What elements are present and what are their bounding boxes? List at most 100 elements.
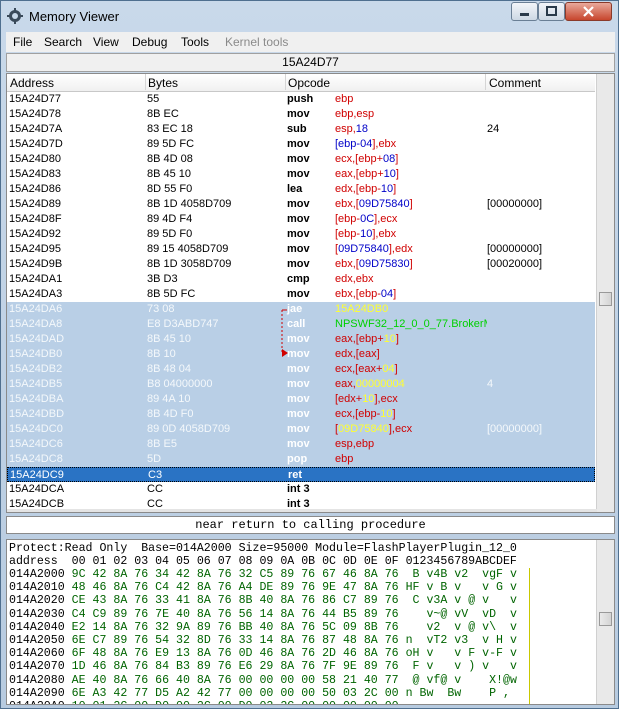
hex-bytes[interactable]: 48 46 8A 76 C4 42 8A 76 A4 DE 89 76 9E 4… [72,581,406,594]
hex-bytes[interactable]: 6E C7 89 76 54 32 8D 76 33 14 8A 76 87 4… [72,634,406,647]
instruction-row[interactable]: 15A24D8F 89 4D F4 mov [ebp-0C],ecx [7,212,595,227]
instruction-row[interactable]: 15A24DBA 89 4A 10 mov [edx+10],ecx [7,392,595,407]
hex-bytes[interactable]: 10 01 2C 00 D0 00 2C 00 D0 02 2C 00 00 0… [72,700,406,704]
hex-row[interactable]: 014A2090 6E A3 42 77 D5 A2 42 77 00 00 0… [9,687,517,700]
row-operands: eax,00000004 [335,378,405,390]
hex-ascii[interactable]: B v4B v2 vgF v [406,568,517,581]
row-mnemonic: pop [287,453,308,465]
disasm-scrollbar[interactable] [596,74,614,512]
instruction-row[interactable]: 15A24DA8 E8 D3ABD747 call NPSWF32_12_0_0_77… [7,317,595,332]
menu-file[interactable]: File [13,35,32,49]
instruction-row[interactable]: 15A24D77 55 push ebp [7,92,595,107]
hex-column-header: address 00 01 02 03 04 05 06 07 08 09 0A… [9,555,517,568]
row-bytes: 5D [147,453,162,465]
instruction-row[interactable]: 15A24DCA CC int 3 [7,482,595,497]
hex-ascii[interactable]: , , , [406,700,517,704]
hex-ascii[interactable]: @ vf@ v X!@w [406,674,517,687]
hex-ascii[interactable]: F v v ) v v [406,660,517,673]
instruction-row[interactable]: 15A24D7D 89 5D FC mov [ebp-04],ebx [7,137,595,152]
disasm-hscrollbar[interactable] [7,509,597,512]
hex-row[interactable]: 014A2050 6E C7 89 76 54 32 8D 76 33 14 8… [9,634,517,647]
column-opcode[interactable]: Opcode [288,76,330,90]
instruction-row[interactable]: 15A24D92 89 5D F0 mov [ebp-10],ebx [7,227,595,242]
hex-row[interactable]: 014A2010 48 46 8A 76 C4 42 8A 76 A4 DE 8… [9,581,517,594]
row-bytes: 55 [147,93,160,105]
menu-view[interactable]: View [93,35,119,49]
hex-address: 014A2020 [9,594,72,608]
scroll-thumb[interactable] [599,292,612,306]
instruction-row[interactable]: 15A24D78 8B EC mov ebp,esp [7,107,595,122]
instruction-row[interactable]: 15A24D95 89 15 4058D709 mov [09D75840],edx [… [7,242,595,257]
hex-row[interactable]: 014A2040 E2 14 8A 76 32 9A 89 76 BB 40 8… [9,621,517,634]
instruction-row[interactable]: 15A24DA6 73 08 jae 15A24DB0 [7,302,595,317]
column-bytes[interactable]: Bytes [148,76,178,90]
hex-row[interactable]: 014A2020 CE 43 8A 76 33 41 8A 76 8B 40 8… [9,594,517,607]
hex-row[interactable]: 014A2000 9C 42 8A 76 34 42 8A 76 32 C5 8… [9,568,517,581]
instruction-row[interactable]: 15A24DA1 3B D3 cmp edx,ebx [7,272,595,287]
instruction-row[interactable]: 15A24D83 8B 45 10 mov eax,[ebp+10] [7,167,595,182]
close-button[interactable] [565,2,612,21]
menu-search[interactable]: Search [44,35,82,49]
hex-row[interactable]: 014A2070 1D 46 8A 76 84 B3 89 76 E6 29 8… [9,660,517,673]
hex-view[interactable]: Protect:Read Only Base=014A2000 Size=950… [6,539,615,705]
instruction-row[interactable]: 15A24DB0 8B 10 mov edx,[eax] [7,347,595,362]
maximize-button[interactable] [538,2,565,21]
hex-ascii[interactable]: v2 v @ v\ v [406,621,516,634]
row-mnemonic: call [287,318,306,330]
row-operands: 15A24DB0 [335,303,389,315]
menu-tools[interactable]: Tools [181,35,209,49]
hex-row[interactable]: 014A2080 AE 40 8A 76 66 40 8A 76 00 00 0… [9,674,517,687]
disassembler-view[interactable]: Address Bytes Opcode Comment 15A24D77 55 p… [6,73,615,513]
instruction-row[interactable]: 15A24D86 8D 55 F0 lea edx,[ebp-10] [7,182,595,197]
hex-address: 014A2000 [9,568,72,581]
instruction-row[interactable]: 15A24D89 8B 1D 4058D709 mov ebx,[09D75840] [… [7,197,595,212]
instruction-row[interactable]: 15A24D7A 83 EC 18 sub esp,18 24 [7,122,595,137]
row-bytes: 89 4D F4 [147,213,193,225]
menu-kernel-tools[interactable]: Kernel tools [225,35,288,49]
hex-scrollbar[interactable] [596,540,614,704]
hex-bytes[interactable]: 6F 48 8A 76 E9 13 8A 76 0D 46 8A 76 2D 4… [72,647,406,660]
address-bar[interactable]: 15A24D77 [6,53,615,72]
hex-row[interactable]: 014A2030 C4 C9 89 76 7E 40 8A 76 56 14 8… [9,608,517,621]
hex-ascii[interactable]: n Bw Bw P , [406,687,517,700]
column-comment[interactable]: Comment [489,76,541,90]
instruction-row[interactable]: 15A24D9B 8B 1D 3058D709 mov ebx,[09D75830] [… [7,257,595,272]
hex-row[interactable]: 014A2060 6F 48 8A 76 E9 13 8A 76 0D 46 8… [9,647,517,660]
menu-debug[interactable]: Debug [132,35,167,49]
instruction-row[interactable]: 15A24DBD 8B 4D F0 mov ecx,[ebp-10] [7,407,595,422]
instruction-row[interactable]: 15A24DC9 C3 ret [7,467,595,482]
column-address[interactable]: Address [10,76,54,90]
hex-bytes[interactable]: 6E A3 42 77 D5 A2 42 77 00 00 00 00 50 0… [72,687,406,700]
row-mnemonic: cmp [287,273,310,285]
hex-ascii[interactable]: v~@ vV vD v [406,608,516,621]
instruction-row[interactable]: 15A24DA3 8B 5D FC mov ebx,[ebp-04] [7,287,595,302]
hex-bytes[interactable]: E2 14 8A 76 32 9A 89 76 BB 40 8A 76 5C 0… [72,621,406,634]
row-operands: ecx,[ebp-10] [335,408,396,420]
instruction-row[interactable]: 15A24DB2 8B 48 04 mov ecx,[eax+04] [7,362,595,377]
row-operands: ecx,[ebp+08] [335,153,399,165]
instruction-row[interactable]: 15A24DC6 8B E5 mov esp,ebp [7,437,595,452]
hex-ascii[interactable]: n vT2 v3 v H v [406,634,517,647]
hex-row[interactable]: 014A20A0 10 01 2C 00 D0 00 2C 00 D0 02 2… [9,700,517,704]
row-mnemonic: int 3 [287,483,310,495]
hex-scroll-thumb[interactable] [599,612,612,626]
instruction-row[interactable]: 15A24D80 8B 4D 08 mov ecx,[ebp+08] [7,152,595,167]
minimize-button[interactable] [511,2,538,21]
hex-bytes[interactable]: AE 40 8A 76 66 40 8A 76 00 00 00 00 58 2… [72,674,406,687]
instruction-row[interactable]: 15A24DC8 5D pop ebp [7,452,595,467]
hex-bytes[interactable]: CE 43 8A 76 33 41 8A 76 8B 40 8A 76 86 C… [72,594,406,607]
hex-bytes[interactable]: 9C 42 8A 76 34 42 8A 76 32 C5 89 76 67 4… [72,568,406,581]
row-address: 15A24DB0 [9,348,63,360]
hex-bytes[interactable]: 1D 46 8A 76 84 B3 89 76 E6 29 8A 76 7F 9… [72,660,406,673]
title-bar[interactable]: Memory Viewer [1,1,618,31]
hex-ascii[interactable]: oH v v F v-F v [406,647,517,660]
hex-bytes[interactable]: C4 C9 89 76 7E 40 8A 76 56 14 8A 76 44 B… [72,608,406,621]
hex-header-row: address 00 01 02 03 04 05 06 07 08 09 0A… [9,555,517,568]
instruction-row[interactable]: 15A24DB5 B8 04000000 mov eax,00000004 4 [7,377,595,392]
instruction-row[interactable]: 15A24DAD 8B 45 10 mov eax,[ebp+10] [7,332,595,347]
hex-ascii[interactable]: HF v B v v G v [406,581,517,594]
row-comment: [00000000] [487,198,543,210]
hex-ascii[interactable]: C v3A v @ v v [406,594,517,607]
row-mnemonic: mov [287,108,310,120]
instruction-row[interactable]: 15A24DC0 89 0D 4058D709 mov [09D75840],ecx [… [7,422,595,437]
